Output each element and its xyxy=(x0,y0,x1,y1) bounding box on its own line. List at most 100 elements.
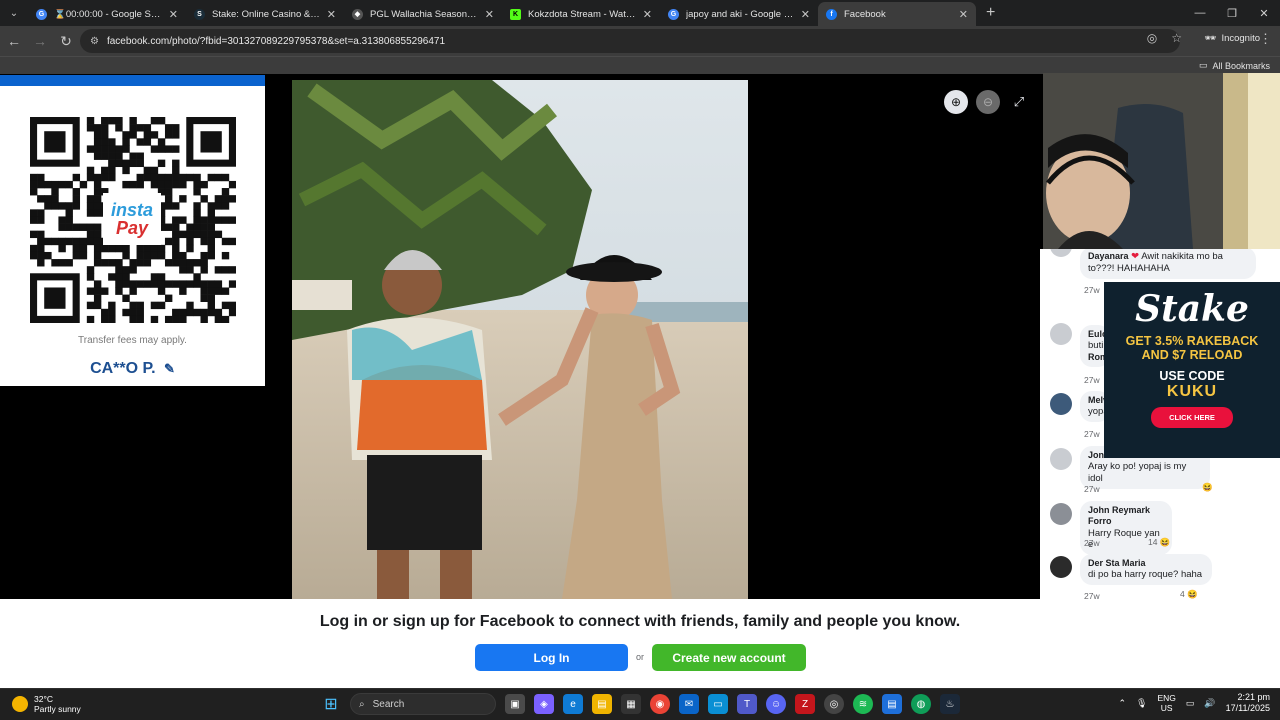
mail-icon[interactable]: ✉ xyxy=(679,694,699,714)
qr-module xyxy=(136,251,144,260)
fullscreen-icon[interactable]: ⤢ xyxy=(1008,94,1030,110)
qr-module xyxy=(228,195,237,203)
steam-icon[interactable]: ♨ xyxy=(940,694,960,714)
new-tab-button[interactable]: + xyxy=(986,4,995,22)
url-field[interactable]: ⚙ facebook.com/photo/?fbid=3013270892297… xyxy=(80,29,1180,53)
weather-widget[interactable]: 32°C Partly sunny xyxy=(12,694,81,714)
discord-icon[interactable]: ☺ xyxy=(766,694,786,714)
qr-module xyxy=(93,259,102,267)
taskbar-search[interactable]: ⌕ Search xyxy=(350,693,496,715)
browser-menu-icon[interactable]: ⋮ xyxy=(1259,31,1272,47)
beach-photo[interactable] xyxy=(292,80,748,599)
spotify-icon[interactable]: ≋ xyxy=(853,694,873,714)
comment-author[interactable]: Eulo xyxy=(1088,329,1108,340)
zoom-out-icon[interactable]: ⊖ xyxy=(976,90,1000,114)
comment-time[interactable]: 27w xyxy=(1084,591,1100,599)
close-tab-icon[interactable]: ✕ xyxy=(169,8,178,21)
pencil-icon[interactable]: ✎ xyxy=(164,361,175,376)
reload-icon[interactable]: ↻ xyxy=(54,29,78,53)
comment-author[interactable]: John Reymark Forro xyxy=(1088,505,1164,528)
globe-app-icon[interactable]: ◍ xyxy=(911,694,931,714)
qr-module xyxy=(207,251,215,260)
microsoft-store-icon[interactable]: ▦ xyxy=(621,694,641,714)
minimize-icon[interactable]: — xyxy=(1184,0,1216,26)
qr-module xyxy=(157,145,166,153)
qr-module xyxy=(72,173,81,182)
file-explorer-icon[interactable]: ▤ xyxy=(592,694,612,714)
remote-desktop-icon[interactable]: ▭ xyxy=(708,694,728,714)
close-tab-icon[interactable]: ✕ xyxy=(485,8,494,21)
qr-module xyxy=(172,216,180,224)
tab-google-timer[interactable]: G ⌛00:00:00 - Google Search ✕ xyxy=(28,2,186,26)
comment-author[interactable]: Der Sta Maria xyxy=(1088,558,1204,569)
chrome-icon[interactable]: ◉ xyxy=(650,694,670,714)
avatar[interactable] xyxy=(1050,249,1072,257)
reaction-count[interactable]: 14 😆 xyxy=(1148,537,1170,548)
comment-mention[interactable]: Rom xyxy=(1088,352,1108,363)
bookmark-star-icon[interactable]: ☆ xyxy=(1171,31,1182,45)
edge-icon[interactable]: e xyxy=(563,694,583,714)
notepad-icon[interactable]: ▤ xyxy=(882,694,902,714)
close-tab-icon[interactable]: ✕ xyxy=(327,8,336,21)
reaction-count[interactable]: 4 😆 xyxy=(1180,589,1198,599)
task-view-icon[interactable]: ▣ xyxy=(505,694,525,714)
comment-time[interactable]: 27w xyxy=(1084,375,1100,385)
tab-search-button[interactable]: ⌄ xyxy=(0,0,28,26)
incognito-indicator[interactable]: 🕶 Incognito xyxy=(1204,33,1260,44)
comment-time[interactable]: 27w xyxy=(1084,484,1100,494)
obs-icon[interactable]: ◎ xyxy=(824,694,844,714)
avatar[interactable] xyxy=(1050,556,1072,578)
tab-facebook[interactable]: f Facebook ✕ xyxy=(818,2,976,26)
tab-label: Kokzdota Stream - Watch Live o xyxy=(528,8,637,20)
avatar[interactable] xyxy=(1050,393,1072,415)
all-bookmarks-button[interactable]: ▭ All Bookmarks xyxy=(1199,60,1270,71)
laugh-reaction-icon[interactable]: 😆 xyxy=(1202,482,1213,493)
qr-module xyxy=(30,216,38,224)
filezilla-icon[interactable]: Z xyxy=(795,694,815,714)
ad-click-here-button[interactable]: CLICK HERE xyxy=(1151,406,1233,428)
comment-author[interactable]: Melvi xyxy=(1088,395,1111,406)
avatar[interactable] xyxy=(1050,448,1072,470)
qr-module xyxy=(86,237,95,246)
stake-ad-banner[interactable]: Stake GET 3.5% RAKEBACK AND $7 RELOAD US… xyxy=(1104,282,1280,458)
avatar[interactable] xyxy=(1050,323,1072,345)
restore-icon[interactable]: ❐ xyxy=(1216,0,1248,26)
login-button[interactable]: Log In xyxy=(475,644,628,671)
comment-author[interactable]: Dayanara xyxy=(1088,251,1129,261)
comment-time[interactable]: 27w xyxy=(1084,285,1100,295)
qr-module xyxy=(221,287,230,295)
qr-module xyxy=(37,216,45,224)
qr-module xyxy=(143,173,152,182)
avatar[interactable] xyxy=(1050,503,1072,525)
network-icon[interactable]: ▭ xyxy=(1186,698,1195,709)
qr-card-header xyxy=(0,75,265,86)
microphone-icon[interactable]: 🎙 xyxy=(1136,698,1147,709)
qr-module xyxy=(108,159,116,168)
tab-liquipedia[interactable]: ◆ PGL Wallachia Season 6 - Liqui ✕ xyxy=(344,2,502,26)
tab-google-search[interactable]: G japoy and aki - Google Search ✕ xyxy=(660,2,818,26)
qr-module xyxy=(30,180,38,189)
forward-arrow-icon[interactable]: → xyxy=(28,29,52,53)
zoom-in-icon[interactable]: ⊕ xyxy=(944,90,968,114)
site-info-icon[interactable]: ⚙ xyxy=(90,36,99,47)
qr-module xyxy=(51,188,59,196)
comment-time[interactable]: 27w xyxy=(1084,429,1100,439)
copilot-icon[interactable]: ◈ xyxy=(534,694,554,714)
tab-kick[interactable]: K Kokzdota Stream - Watch Live o ✕ xyxy=(502,2,660,26)
show-hidden-icons-icon[interactable]: ⌃ xyxy=(1118,698,1126,709)
comment-time[interactable]: 27w xyxy=(1084,538,1100,548)
back-arrow-icon[interactable]: ← xyxy=(2,29,26,53)
close-tab-icon[interactable]: ✕ xyxy=(643,8,652,21)
volume-icon[interactable]: 🔊 xyxy=(1204,698,1215,709)
tab-stake[interactable]: S Stake: Online Casino & Sports B ✕ xyxy=(186,2,344,26)
close-tab-icon[interactable]: ✕ xyxy=(959,8,968,21)
windows-start-icon[interactable]: ⊞ xyxy=(321,694,341,714)
close-tab-icon[interactable]: ✕ xyxy=(801,8,810,21)
create-account-button[interactable]: Create new account xyxy=(652,644,806,671)
teams-icon[interactable]: T xyxy=(737,694,757,714)
language-indicator[interactable]: ENG US xyxy=(1157,693,1175,713)
clock[interactable]: 2:21 pm 17/11/2025 xyxy=(1226,692,1270,715)
eye-off-icon[interactable]: ◎ xyxy=(1147,31,1157,45)
close-window-icon[interactable]: ✕ xyxy=(1248,0,1280,26)
qr-module xyxy=(200,223,208,231)
